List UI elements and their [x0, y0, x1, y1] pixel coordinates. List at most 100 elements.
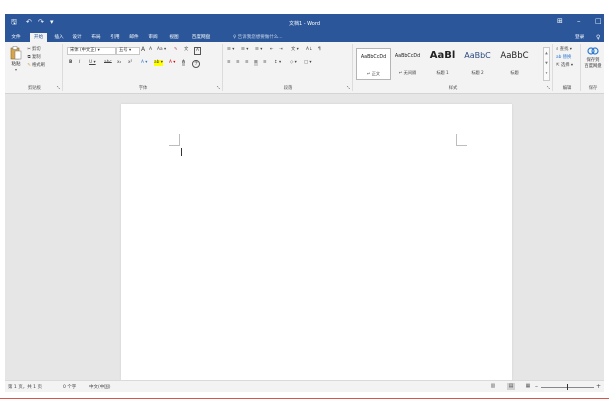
text-effects-button[interactable]: A ▾ — [141, 60, 147, 66]
document-page[interactable] — [121, 104, 512, 380]
save-to-label-line2: 百度网盘 — [584, 64, 602, 69]
tell-me-search[interactable]: ♀ 告诉我您想要做什么... — [233, 33, 283, 42]
style-title[interactable]: AaBbC 标题 — [498, 48, 531, 78]
tab-mailings[interactable]: 邮件 — [127, 33, 141, 42]
login-link[interactable]: 登录 — [575, 33, 584, 42]
styles-gallery-scroller[interactable]: ▲ ▼ ▾ — [543, 47, 550, 81]
bold-button[interactable]: B — [69, 60, 72, 66]
read-mode-icon[interactable]: ▥ — [489, 383, 497, 390]
web-layout-icon[interactable]: ▦ — [524, 383, 532, 390]
multilevel-list-button[interactable]: ☰ ▾ — [255, 47, 262, 53]
chinese-layout-button[interactable]: 文 ▾ — [291, 47, 299, 53]
select-button[interactable]: ⇱ 选择 ▾ — [556, 63, 573, 69]
cut-button[interactable]: ✂剪切 — [26, 47, 40, 53]
tab-home[interactable]: 开始 — [30, 33, 47, 42]
zoom-out-button[interactable]: – — [535, 383, 538, 390]
style-heading-1[interactable]: AaBl 标题 1 — [426, 48, 459, 78]
minimize-button[interactable]: – — [577, 17, 581, 26]
distribute-icon[interactable]: ≡ — [263, 60, 267, 66]
superscript-button[interactable]: x² — [128, 60, 132, 66]
style-sample: AaBbC — [500, 51, 529, 61]
character-border-icon[interactable]: A — [194, 47, 201, 55]
styles-dialog-launcher-icon[interactable]: ⤡ — [547, 85, 550, 90]
shading-button[interactable]: ◇ ▾ — [290, 60, 297, 66]
document-canvas[interactable] — [5, 94, 604, 380]
zoom-in-button[interactable]: + — [596, 383, 601, 390]
phonetic-guide-icon[interactable]: 文 — [184, 47, 188, 53]
chevron-up-icon[interactable]: ▲ — [544, 48, 549, 58]
clipboard-group: 粘贴 ▾ ✂剪切 ⧉复制 ✎格式刷 剪贴板 ⤡ — [7, 44, 63, 91]
word-window: 🖫 ↶ ↷ ▾ 文档1 - Word ⊞ – □ 文件 开始 插入 设计 布局 … — [5, 14, 604, 392]
font-color-button[interactable]: A ▾ — [169, 60, 175, 66]
styles-group: AaBbCcDd ↵ 正文 AaBbCcDd ↵ 无间隔 AaBl 标题 1 A… — [354, 44, 553, 91]
tab-view[interactable]: 视图 — [167, 33, 181, 42]
style-heading-2[interactable]: AaBbC 标题 2 — [461, 48, 494, 78]
show-marks-icon[interactable]: ¶ — [318, 47, 321, 53]
justify-icon[interactable]: ≡ — [254, 60, 258, 66]
print-layout-icon[interactable]: ▤ — [507, 383, 515, 390]
italic-button[interactable]: I — [79, 60, 80, 66]
clipboard-dialog-launcher-icon[interactable]: ⤡ — [57, 85, 60, 90]
tab-layout[interactable]: 布局 — [89, 33, 103, 42]
enclose-characters-icon[interactable]: 字 — [192, 60, 201, 68]
character-shading-icon[interactable]: A — [182, 60, 185, 66]
clear-formatting-icon[interactable]: ✎ — [174, 47, 178, 53]
strikethrough-button[interactable]: abc — [104, 60, 112, 66]
divider-line — [0, 398, 609, 399]
format-painter-button[interactable]: ✎格式刷 — [26, 63, 45, 69]
tab-design[interactable]: 设计 — [70, 33, 84, 42]
align-right-icon[interactable]: ≡ — [245, 60, 249, 66]
increase-indent-icon[interactable]: ⇥ — [279, 47, 283, 53]
title-bar: 🖫 ↶ ↷ ▾ 文档1 - Word ⊞ – □ — [5, 14, 604, 32]
decrease-indent-icon[interactable]: ⇤ — [270, 47, 274, 53]
more-styles-icon[interactable]: ▾ — [544, 68, 549, 78]
style-sample: AaBbCcDd — [394, 54, 421, 59]
paste-button[interactable]: 粘贴 ▾ — [9, 46, 23, 76]
copy-button[interactable]: ⧉复制 — [26, 55, 41, 61]
borders-button[interactable]: □ ▾ — [304, 60, 312, 66]
save-to-baidu-button[interactable]: 保存到 百度网盘 — [582, 46, 604, 69]
page-count[interactable]: 第 1 页，共 1 页 — [8, 384, 42, 390]
subscript-button[interactable]: x₂ — [117, 60, 121, 66]
style-name: ↵ 无间隔 — [398, 70, 417, 75]
underline-button[interactable]: U ▾ — [89, 60, 96, 66]
numbering-button[interactable]: ☰ ▾ — [241, 47, 248, 53]
paragraph-group: ☰ ▾ ☰ ▾ ☰ ▾ ⇤ ⇥ 文 ▾ A↓ ¶ ≡ ≡ ≡ ≡ ≡ ↕ ▾ ◇… — [224, 44, 353, 91]
change-case-button[interactable]: Aa ▾ — [157, 47, 166, 53]
sort-icon[interactable]: A↓ — [306, 47, 313, 53]
crop-mark-top-right — [456, 134, 467, 146]
style-normal[interactable]: AaBbCcDd ↵ 正文 — [356, 48, 391, 80]
tab-insert[interactable]: 插入 — [52, 33, 66, 42]
align-center-icon[interactable]: ≡ — [236, 60, 240, 66]
paragraph-group-label: 段落 — [283, 86, 293, 91]
language-indicator[interactable]: 中文(中国) — [89, 384, 111, 390]
format-painter-label: 格式刷 — [32, 63, 45, 68]
word-count[interactable]: 0 个字 — [63, 384, 76, 390]
zoom-slider-thumb[interactable] — [567, 384, 568, 390]
tab-review[interactable]: 审阅 — [146, 33, 160, 42]
highlight-color-button[interactable]: ab ▾ — [154, 60, 163, 66]
copy-label: 复制 — [32, 55, 41, 60]
style-name: ↵ 正文 — [366, 71, 381, 76]
share-icon[interactable]: ♀ — [596, 33, 600, 42]
line-spacing-button[interactable]: ↕ ▾ — [274, 60, 281, 66]
shrink-font-icon[interactable]: A — [149, 47, 152, 53]
find-button[interactable]: ⌕ 查找 ▾ — [556, 47, 572, 53]
paragraph-dialog-launcher-icon[interactable]: ⤡ — [347, 85, 350, 90]
ribbon-display-options-icon[interactable]: ⊞ — [557, 17, 563, 26]
style-name: 标题 1 — [436, 70, 449, 75]
maximize-button[interactable]: □ — [595, 17, 602, 26]
chevron-down-icon: ▾ — [14, 67, 17, 72]
font-dialog-launcher-icon[interactable]: ⤡ — [217, 85, 220, 90]
chevron-down-icon[interactable]: ▼ — [544, 58, 549, 68]
tab-references[interactable]: 引用 — [108, 33, 122, 42]
align-left-icon[interactable]: ≡ — [227, 60, 231, 66]
tab-baidu-netdisk[interactable]: 百度网盘 — [188, 33, 214, 42]
font-name-select[interactable]: 宋体 (中文正) ▾ — [67, 47, 116, 55]
style-no-spacing[interactable]: AaBbCcDd ↵ 无间隔 — [391, 48, 424, 78]
font-size-select[interactable]: 五号 ▾ — [116, 47, 140, 55]
bullets-button[interactable]: ☰ ▾ — [227, 47, 234, 53]
tab-file[interactable]: 文件 — [8, 33, 24, 42]
replace-button[interactable]: ab 替换 — [556, 55, 571, 61]
grow-font-icon[interactable]: A — [141, 47, 145, 53]
